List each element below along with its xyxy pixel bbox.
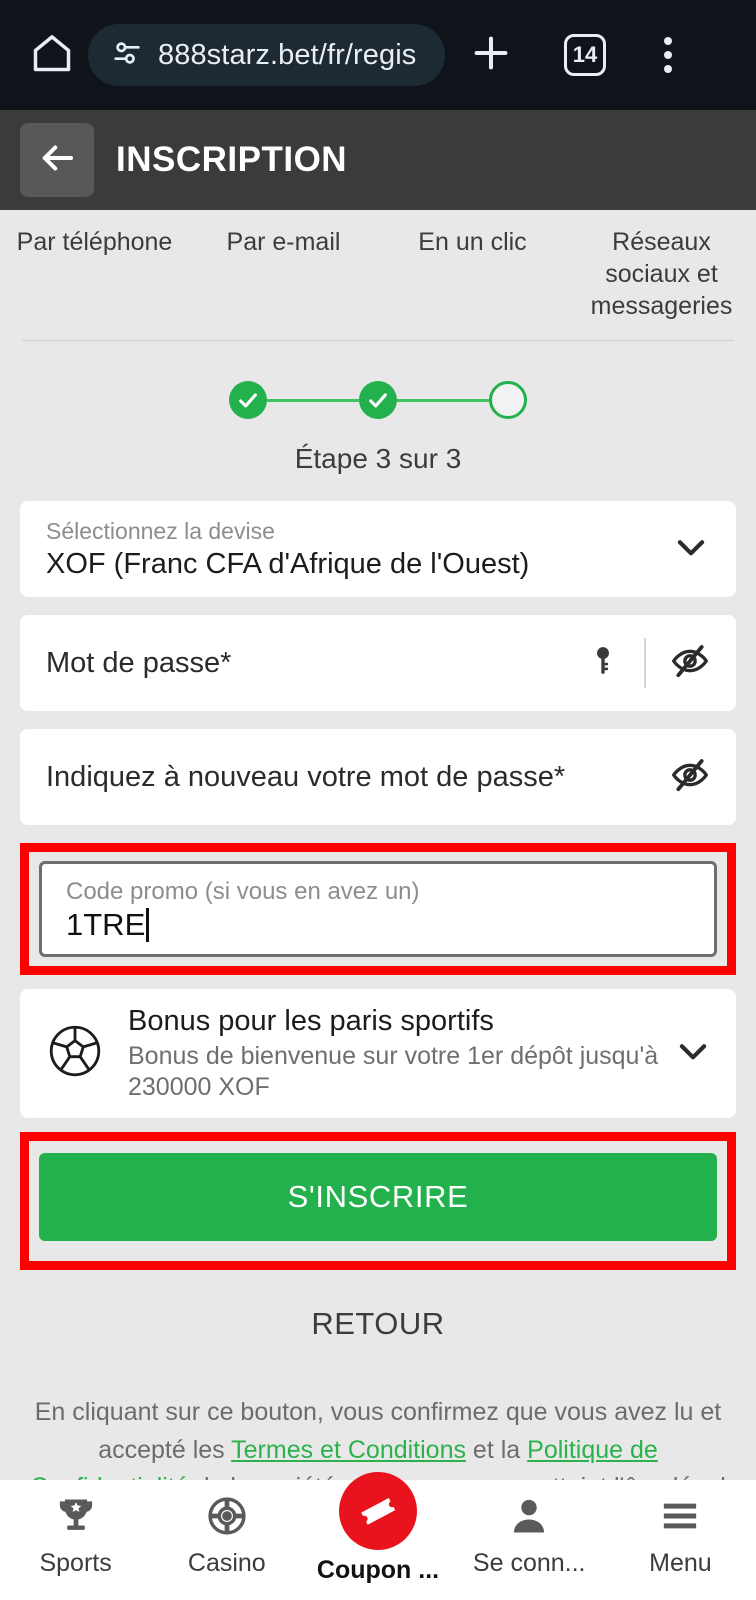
- nav-item-coupon[interactable]: Coupon ...: [302, 1472, 453, 1585]
- coupon-ticket-icon: [339, 1472, 417, 1550]
- currency-value: XOF (Franc CFA d'Afrique de l'Ouest): [46, 547, 530, 580]
- url-text: 888starz.bet/fr/regis: [158, 38, 417, 71]
- stepper-segment-2: [397, 398, 489, 402]
- url-bar[interactable]: 888starz.bet/fr/regis: [88, 24, 445, 86]
- new-tab-button[interactable]: [445, 30, 537, 81]
- tab-reseaux-sociaux[interactable]: Réseaux sociaux et messageries: [567, 226, 756, 322]
- registration-method-tabs: Par téléphone Par e-mail En un clic Rése…: [0, 210, 756, 332]
- soccer-ball-icon: [44, 1020, 106, 1087]
- eye-off-icon[interactable]: [670, 641, 710, 686]
- back-button[interactable]: [20, 123, 94, 197]
- nav-label-login: Se conn...: [472, 1549, 586, 1577]
- more-vertical-icon-dot3: [664, 65, 672, 73]
- bonus-title: Bonus pour les paris sportifs: [128, 1005, 494, 1037]
- stepper-track: [0, 381, 756, 419]
- promo-code-label: Code promo (si vous en avez un): [66, 878, 420, 905]
- step-label: Étape 3 sur 3: [294, 443, 462, 474]
- registration-stepper: Étape 3 sur 3: [0, 341, 756, 475]
- step-1-indicator: [229, 381, 267, 419]
- nav-item-casino[interactable]: Casino: [151, 1494, 302, 1578]
- legal-middle: et la: [465, 1435, 528, 1464]
- password-confirm-field[interactable]: Indiquez à nouveau votre mot de passe*: [20, 729, 736, 825]
- tab-count-label: 14: [572, 42, 598, 67]
- home-icon: [30, 31, 74, 80]
- tab-switcher-button[interactable]: 14: [537, 34, 633, 76]
- bonus-selector[interactable]: Bonus pour les paris sportifs Bonus de b…: [20, 989, 736, 1118]
- bonus-text: Bonus pour les paris sportifs Bonus de b…: [128, 1005, 664, 1102]
- submit-button-highlight: S'INSCRIRE: [20, 1132, 736, 1270]
- trophy-icon: [54, 1494, 98, 1543]
- tune-icon[interactable]: [110, 36, 144, 75]
- casino-chip-icon: [205, 1494, 249, 1543]
- hamburger-icon: [658, 1494, 702, 1543]
- back-link-button[interactable]: RETOUR: [20, 1284, 736, 1364]
- chevron-down-icon[interactable]: [672, 528, 710, 571]
- eye-off-icon-confirm[interactable]: [670, 755, 710, 800]
- currency-label: Sélectionnez la devise: [46, 517, 275, 544]
- promo-code-input[interactable]: Code promo (si vous en avez un) 1TRE: [39, 861, 717, 957]
- step-3-indicator: [489, 381, 527, 419]
- home-button[interactable]: [20, 31, 84, 80]
- currency-select[interactable]: Sélectionnez la devise XOF (Franc CFA d'…: [20, 501, 736, 597]
- stepper-segment-1: [267, 398, 359, 402]
- nav-label-menu: Menu: [649, 1549, 712, 1577]
- tab-count-icon: 14: [564, 34, 606, 76]
- more-vertical-icon-dot2: [664, 51, 672, 59]
- bottom-navigation: Sports Casino Coupon ... Se conn... Menu: [0, 1472, 756, 1600]
- browser-menu-button[interactable]: [633, 37, 703, 73]
- person-icon: [507, 1494, 551, 1543]
- key-icon: [586, 644, 620, 683]
- bonus-chevron-down-icon[interactable]: [674, 1032, 712, 1075]
- more-vertical-icon: [664, 37, 672, 45]
- tab-par-telephone[interactable]: Par téléphone: [0, 226, 189, 322]
- page-title: INSCRIPTION: [116, 140, 348, 179]
- arrow-left-icon: [36, 137, 78, 184]
- step-2-indicator: [359, 381, 397, 419]
- tab-par-email[interactable]: Par e-mail: [189, 226, 378, 322]
- nav-item-menu[interactable]: Menu: [605, 1494, 756, 1578]
- text-caret: [146, 908, 150, 942]
- app-screen: 888starz.bet/fr/regis 14 INSCRIPTION Par…: [0, 0, 756, 1600]
- plus-icon: [468, 30, 514, 81]
- terms-link[interactable]: Termes et Conditions: [231, 1436, 466, 1464]
- password-confirm-placeholder: Indiquez à nouveau votre mot de passe*: [46, 760, 566, 793]
- submit-button[interactable]: S'INSCRIRE: [39, 1153, 717, 1241]
- bonus-description: Bonus de bienvenue sur votre 1er dépôt j…: [128, 1042, 659, 1101]
- nav-item-login[interactable]: Se conn...: [454, 1494, 605, 1578]
- nav-item-sports[interactable]: Sports: [0, 1494, 151, 1578]
- nav-label-casino: Casino: [187, 1549, 266, 1577]
- promo-code-value: 1TRE: [66, 907, 150, 943]
- promo-code-text: 1TRE: [66, 907, 146, 942]
- tab-en-un-clic[interactable]: En un clic: [378, 226, 567, 322]
- nav-label-sports: Sports: [39, 1549, 112, 1577]
- currency-select-inner: Sélectionnez la devise XOF (Franc CFA d'…: [46, 518, 662, 581]
- password-field-icons: [586, 638, 710, 688]
- browser-toolbar: 888starz.bet/fr/regis 14: [0, 0, 756, 110]
- password-icons-divider: [644, 638, 646, 688]
- password-placeholder: Mot de passe*: [46, 646, 232, 679]
- nav-label-coupon: Coupon ...: [316, 1556, 440, 1584]
- registration-form: Sélectionnez la devise XOF (Franc CFA d'…: [0, 501, 756, 1364]
- password-field[interactable]: Mot de passe*: [20, 615, 736, 711]
- page-header: INSCRIPTION: [0, 110, 756, 210]
- promo-code-highlight: Code promo (si vous en avez un) 1TRE: [20, 843, 736, 975]
